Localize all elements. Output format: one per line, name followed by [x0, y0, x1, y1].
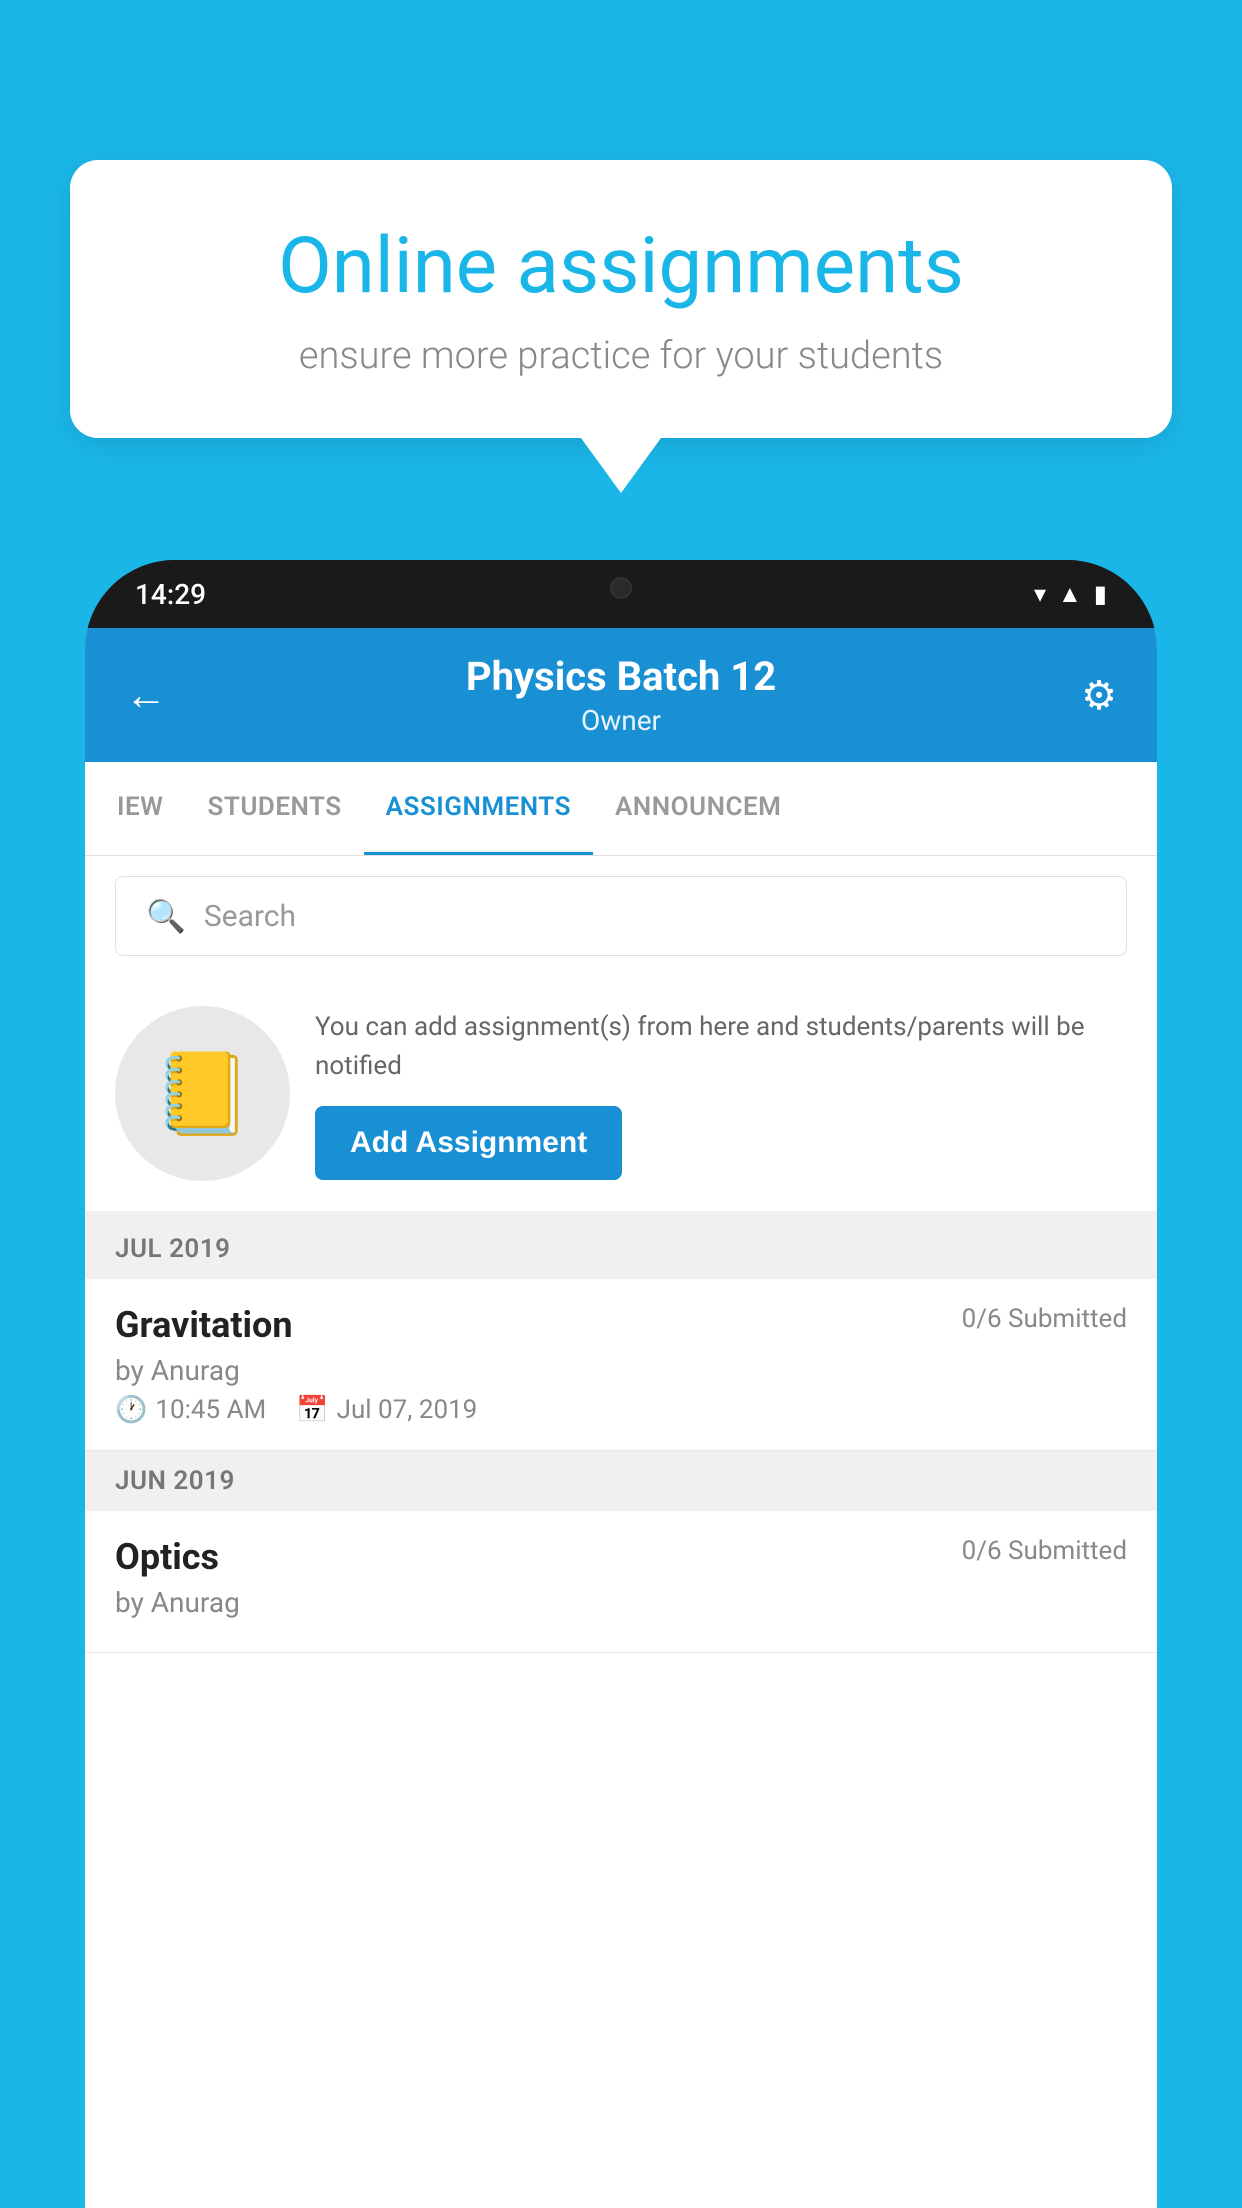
app-screen: ← Physics Batch 12 Owner ⚙ IEW STUDENTS …	[85, 628, 1157, 2208]
section-month-label: JUL 2019	[115, 1234, 231, 1264]
assignment-optics-submitted: 0/6 Submitted	[962, 1536, 1127, 1566]
assignment-optics-author: by Anurag	[115, 1586, 1127, 1619]
app-header: ← Physics Batch 12 Owner ⚙	[85, 628, 1157, 762]
phone-camera	[610, 577, 632, 599]
tab-students[interactable]: STUDENTS	[185, 762, 363, 855]
assignment-name: Gravitation	[115, 1304, 293, 1346]
promo-text-block: You can add assignment(s) from here and …	[315, 1008, 1127, 1180]
time-value: 10:45 AM	[155, 1395, 266, 1425]
speech-bubble: Online assignments ensure more practice …	[70, 160, 1172, 438]
speech-bubble-title: Online assignments	[140, 220, 1102, 314]
section-month-label-jun: JUN 2019	[115, 1466, 235, 1496]
add-assignment-button[interactable]: Add Assignment	[315, 1106, 622, 1180]
assignment-time: 🕐 10:45 AM	[115, 1395, 266, 1425]
assignment-meta: 🕐 10:45 AM 📅 Jul 07, 2019	[115, 1395, 1127, 1425]
back-button[interactable]: ←	[125, 671, 185, 720]
search-bar[interactable]: 🔍 Search	[115, 876, 1127, 956]
speech-bubble-tail	[581, 438, 661, 493]
assignment-submitted-count: 0/6 Submitted	[962, 1304, 1127, 1334]
batch-title: Physics Batch 12	[185, 653, 1057, 700]
section-jun-2019: JUN 2019	[85, 1451, 1157, 1511]
assignment-date: 📅 Jul 07, 2019	[296, 1395, 477, 1425]
phone-notch	[561, 560, 681, 615]
phone-status-icons: ▾ ▲ ▮	[1034, 580, 1107, 609]
signal-icon: ▲	[1058, 580, 1082, 609]
search-container: 🔍 Search	[85, 856, 1157, 976]
settings-button[interactable]: ⚙	[1057, 672, 1117, 719]
assignment-optics-row-top: Optics 0/6 Submitted	[115, 1536, 1127, 1578]
date-value: Jul 07, 2019	[337, 1395, 478, 1425]
tab-assignments[interactable]: ASSIGNMENTS	[364, 762, 593, 855]
promo-icon-circle: 📒	[115, 1006, 290, 1181]
tabs-bar: IEW STUDENTS ASSIGNMENTS ANNOUNCEM	[85, 762, 1157, 856]
phone-time: 14:29	[135, 578, 206, 611]
wifi-icon: ▾	[1034, 580, 1046, 608]
battery-icon: ▮	[1094, 580, 1107, 608]
clock-icon: 🕐	[115, 1395, 147, 1425]
phone-frame: 14:29 ▾ ▲ ▮ ← Physics Batch 12 Owner ⚙ I…	[85, 560, 1157, 2208]
assignment-row-top: Gravitation 0/6 Submitted	[115, 1304, 1127, 1346]
section-jul-2019: JUL 2019	[85, 1219, 1157, 1279]
speech-bubble-container: Online assignments ensure more practice …	[70, 160, 1172, 493]
assignment-optics-name: Optics	[115, 1536, 219, 1578]
speech-bubble-subtitle: ensure more practice for your students	[140, 334, 1102, 378]
assignment-optics[interactable]: Optics 0/6 Submitted by Anurag	[85, 1511, 1157, 1653]
tab-announcements[interactable]: ANNOUNCEM	[593, 762, 803, 855]
promo-description: You can add assignment(s) from here and …	[315, 1008, 1127, 1086]
batch-role: Owner	[185, 704, 1057, 737]
tab-iew[interactable]: IEW	[95, 762, 185, 855]
promo-block: 📒 You can add assignment(s) from here an…	[85, 976, 1157, 1219]
assignment-author: by Anurag	[115, 1354, 1127, 1387]
calendar-icon: 📅	[296, 1395, 328, 1425]
search-placeholder: Search	[204, 899, 296, 934]
search-icon: 🔍	[146, 897, 186, 935]
phone-status-bar: 14:29 ▾ ▲ ▮	[85, 560, 1157, 628]
notebook-icon: 📒	[153, 1047, 253, 1141]
header-title-block: Physics Batch 12 Owner	[185, 653, 1057, 737]
assignment-gravitation[interactable]: Gravitation 0/6 Submitted by Anurag 🕐 10…	[85, 1279, 1157, 1451]
